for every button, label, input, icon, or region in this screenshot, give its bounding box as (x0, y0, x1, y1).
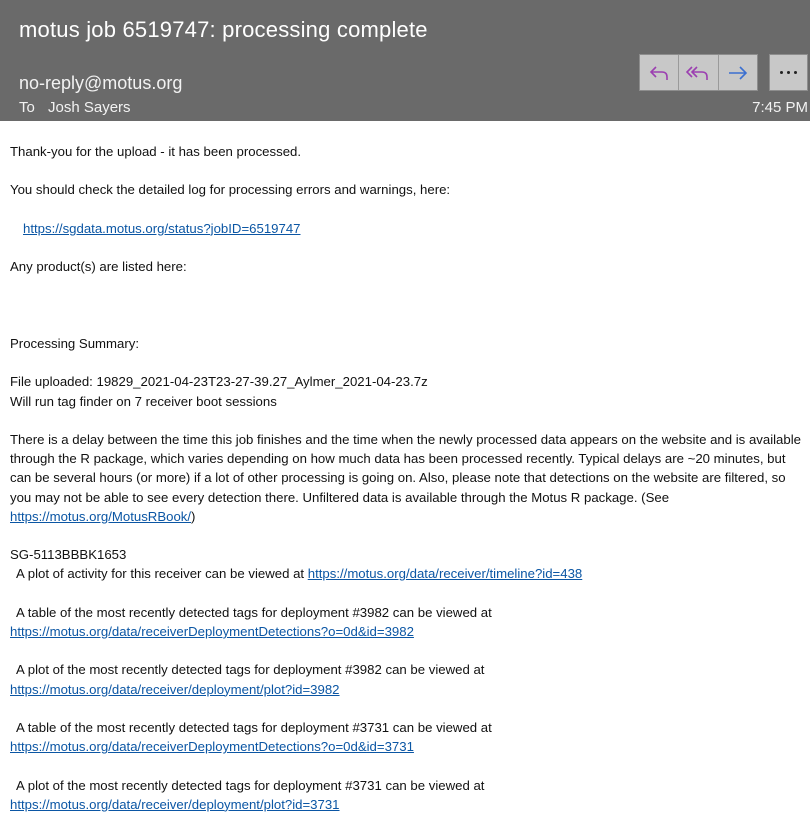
more-button[interactable] (769, 54, 808, 91)
status-link[interactable]: https://sgdata.motus.org/status?jobID=65… (23, 221, 301, 236)
body-text: Any product(s) are listed here: (10, 259, 187, 275)
reply-icon (650, 65, 668, 80)
recipient-name[interactable]: Josh Sayers (48, 99, 131, 116)
receiver-id: SG-5113BBBK1653 (10, 547, 127, 563)
rbook-link[interactable]: https://motus.org/MotusRBook/ (10, 509, 191, 524)
more-icon (778, 71, 799, 74)
to-label: To (19, 99, 35, 116)
delay-notice: There is a delay between the time this j… (10, 431, 801, 524)
message-subject: motus job 6519747: processing complete (19, 17, 428, 42)
message-body: Thank-you for the upload - it has been p… (10, 142, 805, 814)
summary-title: Processing Summary: (10, 335, 139, 351)
sender-address[interactable]: no-reply@motus.org (19, 73, 182, 94)
body-text: Thank-you for the upload - it has been p… (10, 144, 302, 159)
body-text: You should check the detailed log for pr… (10, 182, 451, 198)
plot-3982-text: A plot of the most recently detected tag… (16, 662, 485, 678)
table-3982-text: A table of the most recently detected ta… (16, 604, 492, 620)
activity-line: A plot of activity for this receiver can… (16, 566, 583, 582)
table-3731-link[interactable]: https://motus.org/data/receiverDeploymen… (10, 739, 414, 754)
message-actions (639, 54, 758, 91)
forward-button[interactable] (719, 55, 757, 90)
reply-button[interactable] (640, 55, 680, 90)
plot-3982-link[interactable]: https://motus.org/data/receiver/deployme… (10, 682, 340, 697)
plot-3731-link[interactable]: https://motus.org/data/receiver/deployme… (10, 797, 340, 812)
forward-icon (728, 65, 747, 80)
recipient-line: To Josh Sayers (19, 99, 131, 116)
file-uploaded: File uploaded: 19829_2021-04-23T23-27-39… (10, 374, 428, 390)
table-3731-text: A table of the most recently detected ta… (16, 719, 492, 735)
message-header: motus job 6519747: processing complete n… (0, 0, 810, 121)
message-time: 7:45 PM (752, 99, 808, 116)
tag-finder-note: Will run tag finder on 7 receiver boot s… (10, 393, 277, 409)
activity-link[interactable]: https://motus.org/data/receiver/timeline… (308, 566, 583, 581)
reply-all-icon (686, 65, 709, 80)
reply-all-button[interactable] (679, 55, 719, 90)
plot-3731-text: A plot of the most recently detected tag… (16, 777, 485, 793)
table-3982-link[interactable]: https://motus.org/data/receiverDeploymen… (10, 624, 414, 639)
